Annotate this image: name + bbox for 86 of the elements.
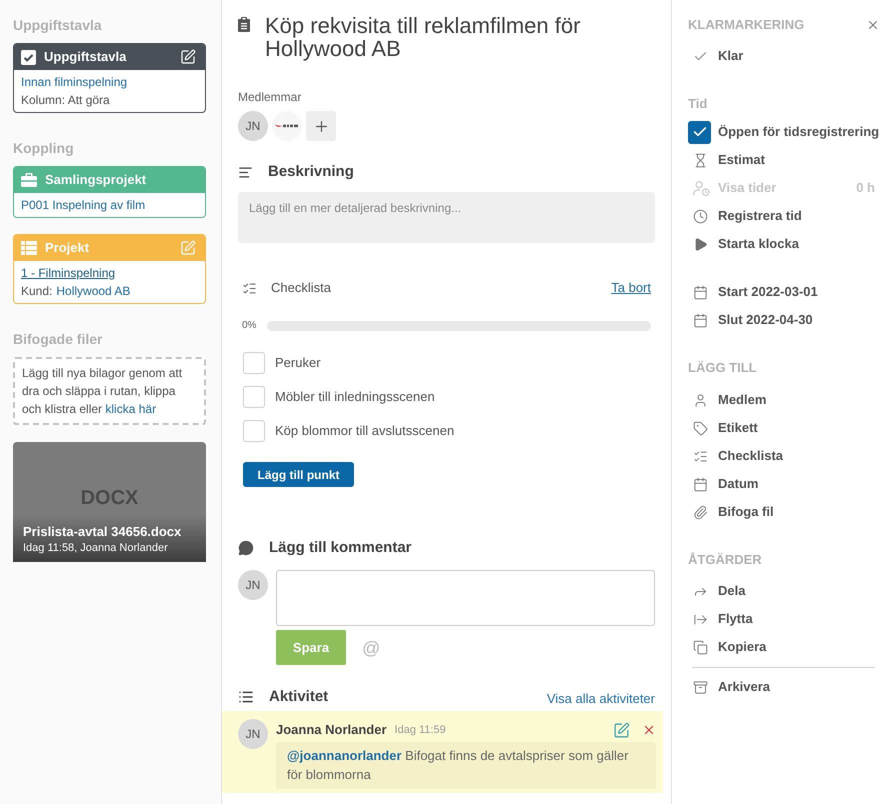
show-all-link[interactable]: Visa alla aktiviteter bbox=[546, 691, 655, 707]
sidebar-action[interactable]: Datum bbox=[688, 470, 760, 498]
card-title: Samlingsprojekt bbox=[45, 171, 146, 190]
sidebar-action[interactable]: Arkivera bbox=[688, 673, 772, 701]
user-avatar: JN bbox=[238, 719, 268, 749]
clock-icon bbox=[693, 208, 708, 224]
section-heading: Tid bbox=[688, 96, 708, 112]
add-item-button[interactable]: Lägg till punkt bbox=[243, 462, 354, 487]
member-avatar: JN bbox=[238, 111, 268, 141]
user-avatar: JN bbox=[238, 570, 268, 600]
checkbox[interactable] bbox=[688, 120, 711, 144]
progress-label: 0% bbox=[242, 319, 258, 333]
delete-icon[interactable] bbox=[642, 723, 656, 737]
tag-icon bbox=[693, 420, 708, 436]
checklist-item-text: Möbler till inledningsscenen bbox=[275, 388, 435, 406]
comment-field[interactable] bbox=[276, 570, 655, 626]
card-title: Uppgiftstavla bbox=[44, 48, 126, 66]
file-name: Prislista-avtal 34656.docx bbox=[23, 523, 182, 540]
file-dropzone[interactable]: Lägg till nya bilagor genom att dra och släppa i rutan, klippa och klistra eller klicka här bbox=[13, 357, 206, 425]
list-icon bbox=[238, 689, 254, 705]
upload-link[interactable]: klicka här bbox=[105, 402, 156, 416]
user-clock-icon bbox=[693, 180, 710, 196]
calendar-icon bbox=[693, 284, 708, 300]
checklist-item-text: Peruker bbox=[275, 354, 321, 372]
play-icon bbox=[693, 236, 708, 252]
sidebar-action[interactable]: Start 2022-03-01 bbox=[688, 278, 820, 306]
sidebar-action[interactable]: Medlem bbox=[688, 386, 768, 414]
sidebar-action[interactable]: Kopiera bbox=[688, 633, 768, 661]
hourglass-icon bbox=[693, 152, 708, 168]
members-label: Medlemmar bbox=[238, 90, 302, 104]
card-link[interactable]: 1 - Filminspelning bbox=[21, 264, 116, 282]
remove-link[interactable]: Ta bort bbox=[611, 278, 651, 298]
checklist-icon bbox=[242, 280, 257, 296]
dropzone-text: Lägg till nya bilagor genom att dra och släppa i rutan, klippa och klistra eller klicka här bbox=[22, 365, 184, 418]
author-name: Joanna Norlander bbox=[276, 721, 387, 740]
text-lines-icon bbox=[238, 164, 253, 180]
sidebar-action[interactable]: Bifoga fil bbox=[688, 498, 776, 526]
section-heading: LÄGG TILL bbox=[688, 360, 758, 376]
card-link[interactable]: Innan filminspelning bbox=[21, 73, 128, 91]
section-heading: Beskrivning bbox=[268, 162, 354, 182]
paperclip-icon bbox=[693, 504, 708, 520]
card-label: Kund: bbox=[21, 283, 52, 300]
calendar-icon bbox=[693, 312, 708, 328]
archive-icon bbox=[693, 680, 708, 694]
section-heading: Bifogade filer bbox=[13, 330, 104, 348]
user-icon bbox=[693, 392, 708, 408]
card-link[interactable]: Hollywood AB bbox=[56, 282, 130, 300]
checkbox-label: Öppen för tidsregistrering bbox=[718, 123, 880, 142]
comment-time: Idag 11:59 bbox=[394, 722, 446, 738]
checklist-item-text: Köp blommor till avslutsscenen bbox=[275, 422, 454, 440]
sidebar-action: Visa tider 0 h bbox=[688, 174, 881, 202]
card-text: Kolumn: Att göra bbox=[21, 92, 110, 109]
add-member-button[interactable] bbox=[306, 111, 336, 141]
checked-box-icon bbox=[21, 50, 36, 64]
sidebar-action[interactable]: Etikett bbox=[688, 414, 760, 442]
card-title: Projekt bbox=[45, 239, 90, 258]
comment-text: @joannanorlander Bifogat finns de avtalspriser som gäller för blommorna bbox=[276, 742, 656, 789]
speech-bubble-icon bbox=[238, 540, 254, 556]
sidebar-action[interactable]: Checklista bbox=[688, 442, 786, 470]
checklist-icon bbox=[693, 448, 708, 464]
mention-link[interactable]: @joannanorlander bbox=[287, 748, 402, 763]
sidebar-action[interactable]: Registrera tid bbox=[688, 202, 804, 230]
sidebar-action[interactable]: Klar bbox=[688, 42, 746, 70]
section-heading: Koppling bbox=[13, 139, 75, 157]
section-heading: KLARMARKERING bbox=[688, 17, 804, 33]
table-icon bbox=[21, 241, 37, 255]
section-heading: Checklista bbox=[271, 279, 331, 298]
sidebar-action[interactable]: Dela bbox=[688, 577, 748, 605]
section-heading: ÅTGÄRDER bbox=[688, 552, 763, 568]
sidebar-action[interactable]: Estimat bbox=[688, 146, 767, 174]
close-icon[interactable] bbox=[866, 18, 880, 32]
briefcase-icon bbox=[21, 173, 37, 187]
card-link[interactable]: P001 Inspelning av film bbox=[21, 196, 146, 214]
sidebar-action[interactable]: Starta klocka bbox=[688, 230, 801, 258]
company-logo-icon bbox=[272, 111, 302, 141]
copy-icon bbox=[693, 640, 708, 654]
time-total: 0 h bbox=[856, 179, 875, 198]
file-meta: Idag 11:58, Joanna Norlander bbox=[23, 541, 169, 556]
section-heading: Uppgiftstavla bbox=[13, 16, 103, 34]
task-title: Köp rekvisita till reklamfilmen för Hollywood AB bbox=[265, 14, 582, 60]
section-heading: Aktivitet bbox=[269, 687, 328, 707]
sidebar-action[interactable]: Flytta bbox=[688, 605, 755, 633]
calendar-icon bbox=[693, 476, 708, 492]
sidebar-action[interactable]: Slut 2022-04-30 bbox=[688, 306, 815, 334]
section-heading: Lägg till kommentar bbox=[269, 538, 412, 558]
clipboard-icon bbox=[238, 17, 250, 32]
